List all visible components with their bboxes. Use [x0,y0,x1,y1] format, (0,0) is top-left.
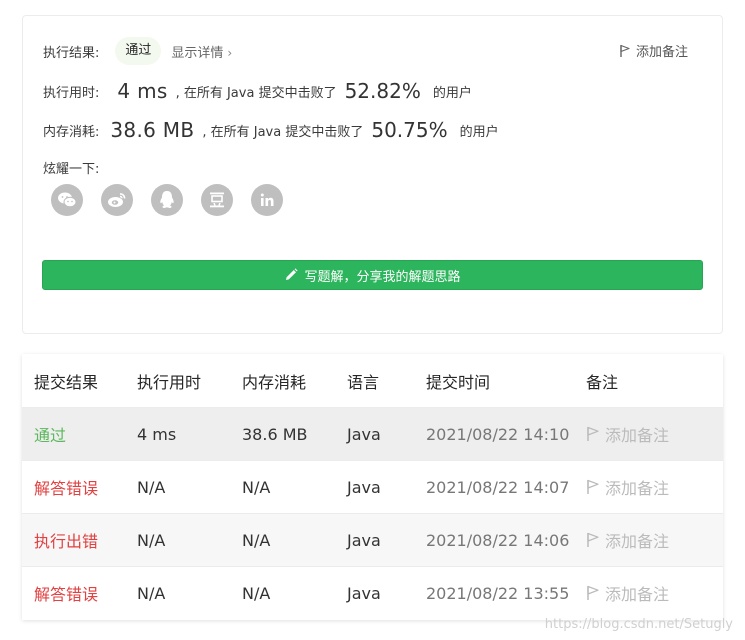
row-add-note-button[interactable]: 添加备注 [586,475,723,499]
header-language: 语言 [347,372,380,392]
row-result-link[interactable]: 解答错误 [22,475,137,499]
watermark: https://blog.csdn.net/Setugly [544,617,733,632]
runtime-value: 4 ms [117,79,168,103]
show-details-label: 显示详情 [171,45,224,61]
row-runtime: N/A [137,583,166,603]
flag-icon [620,44,630,57]
table-row[interactable]: 解答错误 N/A N/A Java 2021/08/22 14:07 添加备注 [22,460,723,513]
memory-percent: 50.75% [371,118,448,142]
chevron-right-icon: › [227,45,233,60]
row-result-link[interactable]: 通过 [22,422,137,446]
flag-icon [587,479,599,494]
share-icons [51,184,283,216]
status-row: 执行结果: 通过 显示详情 › [43,37,232,65]
header-note: 备注 [586,372,619,392]
row-memory: 38.6 MB [242,424,308,444]
row-runtime: N/A [137,530,166,550]
runtime-row: 执行用时: 4 ms , 在所有 Java 提交中击败了 52.82% 的用户 [43,79,472,103]
header-result: 提交结果 [34,372,99,392]
flag-icon [587,585,599,600]
row-add-note-label: 添加备注 [605,532,670,551]
row-add-note-label: 添加备注 [605,479,670,498]
status-badge: 通过 [115,37,162,65]
table-row[interactable]: 解答错误 N/A N/A Java 2021/08/22 13:55 添加备注 [22,566,723,619]
status-label: 执行结果: [43,45,100,61]
row-memory: N/A [242,583,271,603]
row-add-note-label: 添加备注 [605,426,670,445]
row-add-note-button[interactable]: 添加备注 [586,581,723,605]
table-header: 提交结果 执行用时 内存消耗 语言 提交时间 备注 [22,354,723,407]
memory-text: , 在所有 Java 提交中击败了 [202,124,364,140]
weibo-icon[interactable] [101,184,133,216]
row-language: Java [347,583,381,603]
add-note-button[interactable]: 添加备注 [619,41,688,60]
flag-icon [587,532,599,547]
header-submit-time: 提交时间 [426,372,491,392]
runtime-text: , 在所有 Java 提交中击败了 [175,85,337,101]
row-submit-time: 2021/08/22 14:10 [426,424,570,444]
qq-icon[interactable] [151,184,183,216]
row-language: Java [347,477,381,497]
write-solution-label: 写题解，分享我的解题思路 [304,269,461,285]
row-submit-time: 2021/08/22 14:06 [426,530,570,550]
runtime-suffix: 的用户 [432,85,472,101]
add-note-label: 添加备注 [635,45,688,60]
row-language: Java [347,530,381,550]
row-memory: N/A [242,477,271,497]
memory-suffix: 的用户 [459,124,499,140]
table-row[interactable]: 执行出错 N/A N/A Java 2021/08/22 14:06 添加备注 [22,513,723,566]
douban-icon[interactable] [201,184,233,216]
memory-label: 内存消耗: [43,124,100,140]
flag-icon [587,426,599,441]
header-memory: 内存消耗 [242,372,307,392]
memory-value: 38.6 MB [110,118,195,142]
row-memory: N/A [242,530,271,550]
row-submit-time: 2021/08/22 13:55 [426,583,570,603]
wechat-icon[interactable] [51,184,83,216]
share-label: 炫耀一下: [43,162,100,177]
share-row: 炫耀一下: [43,158,99,177]
runtime-percent: 52.82% [344,79,421,103]
table-row[interactable]: 通过 4 ms 38.6 MB Java 2021/08/22 14:10 添加… [22,407,723,460]
memory-row: 内存消耗: 38.6 MB , 在所有 Java 提交中击败了 50.75% 的… [43,118,499,142]
row-result-link[interactable]: 解答错误 [22,581,137,605]
row-language: Java [347,424,381,444]
row-add-note-label: 添加备注 [605,585,670,604]
pencil-icon [286,268,299,280]
header-runtime: 执行用时 [137,372,202,392]
row-add-note-button[interactable]: 添加备注 [586,528,723,552]
show-details-link[interactable]: 显示详情 › [171,42,232,61]
submissions-table: 提交结果 执行用时 内存消耗 语言 提交时间 备注 通过 4 ms 38.6 M… [22,354,723,620]
row-runtime: N/A [137,477,166,497]
row-add-note-button[interactable]: 添加备注 [586,422,723,446]
write-solution-button[interactable]: 写题解，分享我的解题思路 [42,260,703,290]
row-result-link[interactable]: 执行出错 [22,528,137,552]
linkedin-icon[interactable] [251,184,283,216]
row-runtime: 4 ms [137,424,177,444]
runtime-label: 执行用时: [43,85,100,101]
result-card: 执行结果: 通过 显示详情 › 添加备注 执行用时: 4 ms , 在所有 Jav… [22,15,723,334]
row-submit-time: 2021/08/22 14:07 [426,477,570,497]
